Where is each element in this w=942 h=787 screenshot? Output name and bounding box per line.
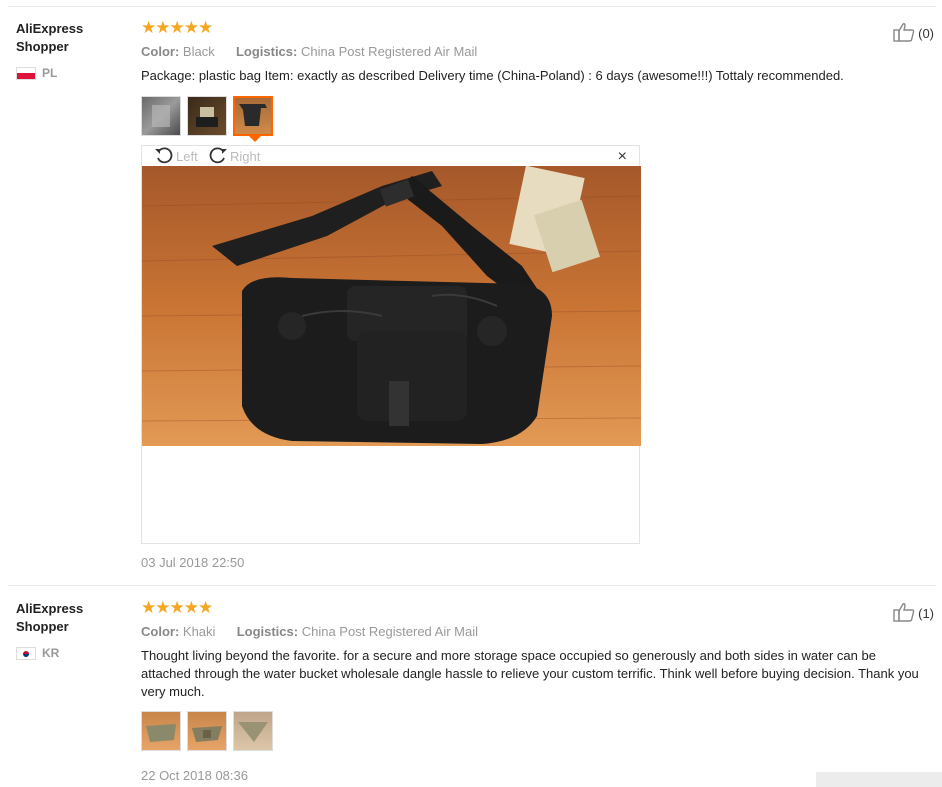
logistics-value: China Post Registered Air Mail: [301, 624, 479, 639]
photo-thumbnail[interactable]: [233, 711, 273, 751]
review-divider: [8, 6, 935, 7]
logistics-label: Logistics:: [235, 44, 298, 59]
review-date: 03 Jul 2018 22:50: [141, 555, 245, 570]
close-icon[interactable]: ×: [618, 148, 627, 166]
review-text: Thought living beyond the favorite. for …: [141, 648, 919, 699]
rating-stars: ★★★★★: [141, 598, 213, 617]
photo-thumbnail[interactable]: [187, 711, 227, 751]
logistics-value: China Post Registered Air Mail: [300, 44, 478, 59]
photo-viewer: Left Right ×: [141, 145, 641, 544]
country-code: KR: [42, 646, 60, 660]
reviewer-name: AliExpress Shopper: [16, 21, 84, 54]
helpful-count: (1): [918, 606, 934, 621]
photo-thumbnail-selected[interactable]: [233, 96, 273, 142]
photo-thumbnail[interactable]: [141, 96, 181, 136]
photo-thumbnail[interactable]: [141, 711, 181, 751]
review-meta: Color: Black Logistics: China Post Regis…: [141, 44, 477, 59]
rating-stars: ★★★★★: [141, 18, 213, 37]
rotate-left-button[interactable]: Left: [154, 146, 198, 167]
review-date: 22 Oct 2018 08:36: [141, 768, 248, 783]
photo-thumbnail[interactable]: [187, 96, 227, 136]
rotate-left-icon: [154, 146, 174, 167]
flag-korea-icon: [16, 646, 36, 660]
helpful-count: (0): [918, 26, 934, 41]
review-photo-large: [142, 166, 641, 446]
country-code: PL: [42, 66, 58, 80]
rotate-right-icon: [208, 146, 228, 167]
review-photo-thumbnails: [141, 96, 273, 142]
helpful-button[interactable]: (0): [893, 22, 934, 45]
reviewer-country: PL: [16, 66, 57, 80]
color-label: Color:: [141, 624, 180, 639]
color-value: Khaki: [182, 624, 216, 639]
logistics-label: Logistics:: [236, 624, 299, 639]
helpful-button[interactable]: (1): [893, 602, 934, 625]
reviewer-name: AliExpress Shopper: [16, 601, 84, 634]
color-label: Color:: [141, 44, 180, 59]
rotate-right-label: Right: [230, 149, 261, 164]
reviewer-country: KR: [16, 646, 59, 660]
thumbs-up-icon: [893, 22, 915, 45]
color-value: Black: [182, 44, 215, 59]
scroll-to-top-bar[interactable]: [816, 772, 942, 787]
review-divider: [8, 585, 935, 586]
flag-poland-icon: [16, 66, 36, 80]
review-text: Package: plastic bag Item: exactly as de…: [141, 68, 844, 83]
rotate-right-button[interactable]: Right: [208, 146, 260, 167]
review-meta: Color: Khaki Logistics: China Post Regis…: [141, 624, 478, 639]
thumbs-up-icon: [893, 602, 915, 625]
review-photo-thumbnails: [141, 711, 273, 751]
rotate-left-label: Left: [176, 149, 198, 164]
